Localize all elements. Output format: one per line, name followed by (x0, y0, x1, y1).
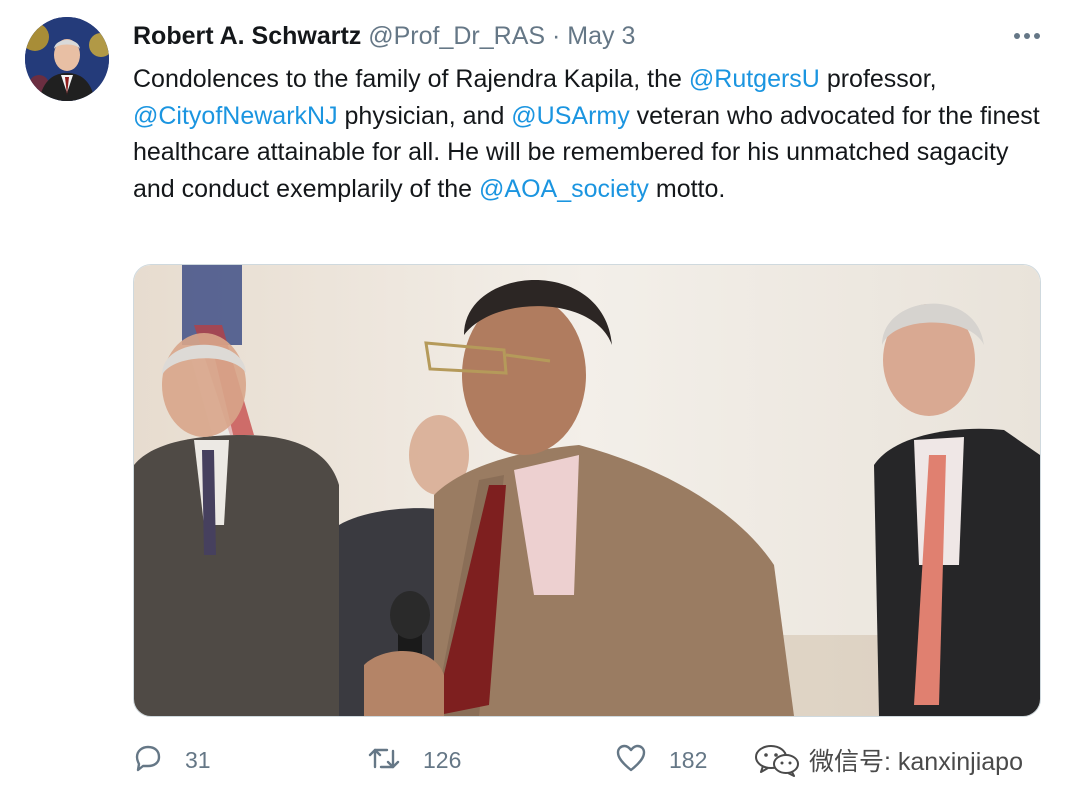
mention-link[interactable]: @RutgersU (689, 65, 820, 93)
tweet-photo[interactable] (133, 264, 1041, 717)
watermark-text: 微信号: kanxinjiapo (809, 748, 1023, 776)
more-icon (1013, 27, 1041, 45)
tweet-text: Condolences to the family of Rajendra Ka… (133, 61, 1053, 207)
more-options-button[interactable] (1009, 22, 1045, 50)
like-button[interactable]: 182 (615, 738, 707, 782)
retweet-icon (367, 743, 401, 778)
mention-link[interactable]: @CityofNewarkNJ (133, 102, 338, 130)
wechat-watermark: 微信号: kanxinjiapo (753, 740, 1023, 780)
retweet-button[interactable]: 126 (367, 738, 461, 782)
mention-link[interactable]: @AOA_society (479, 175, 649, 203)
author-handle[interactable]: @Prof_Dr_RAS (368, 22, 545, 50)
retweet-count: 126 (423, 746, 462, 773)
header-separator: · (552, 22, 561, 50)
tweet: Robert A. Schwartz @Prof_Dr_RAS · May 3 … (0, 0, 1076, 810)
reply-icon (133, 743, 163, 778)
like-icon (615, 743, 647, 778)
wechat-icon (753, 743, 801, 777)
mention-link[interactable]: @USArmy (511, 102, 629, 130)
avatar[interactable] (25, 17, 109, 101)
author-name[interactable]: Robert A. Schwartz (133, 22, 361, 50)
tweet-text-part: Condolences to the family of Rajendra Ka… (133, 65, 689, 93)
tweet-text-part: physician, and (337, 101, 512, 130)
reply-button[interactable]: 31 (133, 738, 211, 782)
like-count: 182 (669, 746, 708, 773)
tweet-text-part: motto. (648, 174, 726, 203)
tweet-header: Robert A. Schwartz @Prof_Dr_RAS · May 3 (133, 19, 635, 53)
reply-count: 31 (185, 746, 211, 773)
tweet-date[interactable]: May 3 (567, 22, 635, 50)
tweet-text-part: professor, (819, 65, 937, 93)
